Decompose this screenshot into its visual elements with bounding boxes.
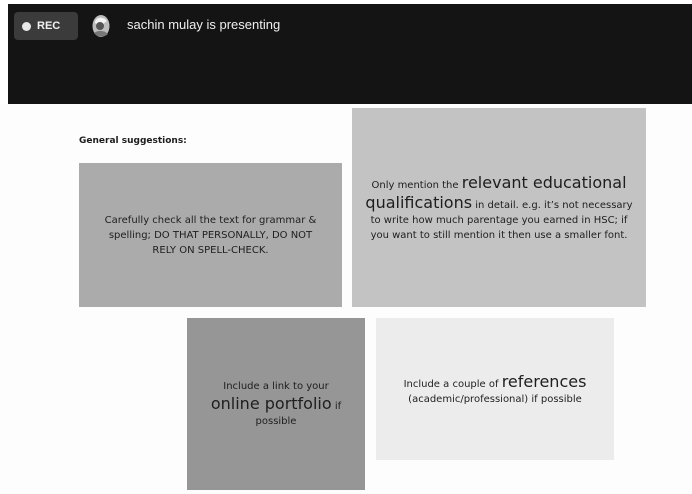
card-portfolio-emphasis: online portfolio	[210, 394, 332, 413]
card-references-pre: Include a couple of	[403, 378, 502, 390]
presenter-avatar-icon	[92, 15, 110, 37]
suggestion-card-grammar: Carefully check all the text for grammar…	[79, 163, 342, 307]
shared-slide: General suggestions: Carefully check all…	[0, 104, 692, 494]
card-references-emphasis: references	[501, 371, 587, 391]
record-dot-icon	[22, 21, 31, 31]
card-qualifications-pre: Only mention the	[371, 179, 462, 191]
recording-indicator[interactable]: REC	[14, 12, 78, 40]
suggestion-card-references: Include a couple of references (academic…	[376, 318, 614, 460]
card-references-post: (academic/professional) if possible	[408, 393, 582, 405]
slide-heading: General suggestions:	[79, 136, 187, 146]
card-portfolio-text: Include a link to your online portfolio …	[201, 379, 351, 429]
presenter-status-text: sachin mulay is presenting	[127, 17, 281, 32]
rec-label: REC	[37, 20, 61, 32]
screen-share-window: REC sachin mulay is presenting General s…	[0, 0, 692, 494]
card-grammar-text: Carefully check all the text for grammar…	[104, 214, 317, 256]
card-references-text: Include a couple of references (academic…	[388, 372, 602, 407]
meeting-top-bar: REC sachin mulay is presenting	[8, 4, 692, 104]
card-portfolio-pre: Include a link to your	[223, 381, 329, 392]
suggestion-card-portfolio: Include a link to your online portfolio …	[187, 318, 365, 490]
card-qualifications-text: Only mention the relevant educational qu…	[362, 173, 636, 243]
suggestion-card-qualifications: Only mention the relevant educational qu…	[352, 108, 646, 307]
